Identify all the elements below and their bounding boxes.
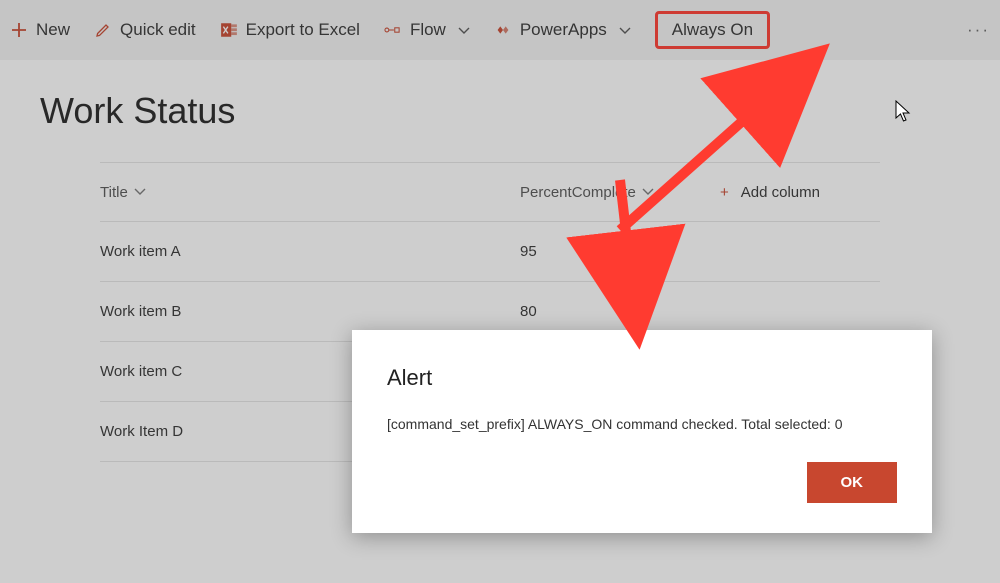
alert-dialog: Alert [command_set_prefix] ALWAYS_ON com… [352, 330, 932, 533]
ok-button[interactable]: OK [807, 462, 898, 503]
cursor-icon [895, 100, 913, 124]
dialog-title: Alert [387, 365, 897, 391]
dialog-message: [command_set_prefix] ALWAYS_ON command c… [387, 416, 897, 432]
